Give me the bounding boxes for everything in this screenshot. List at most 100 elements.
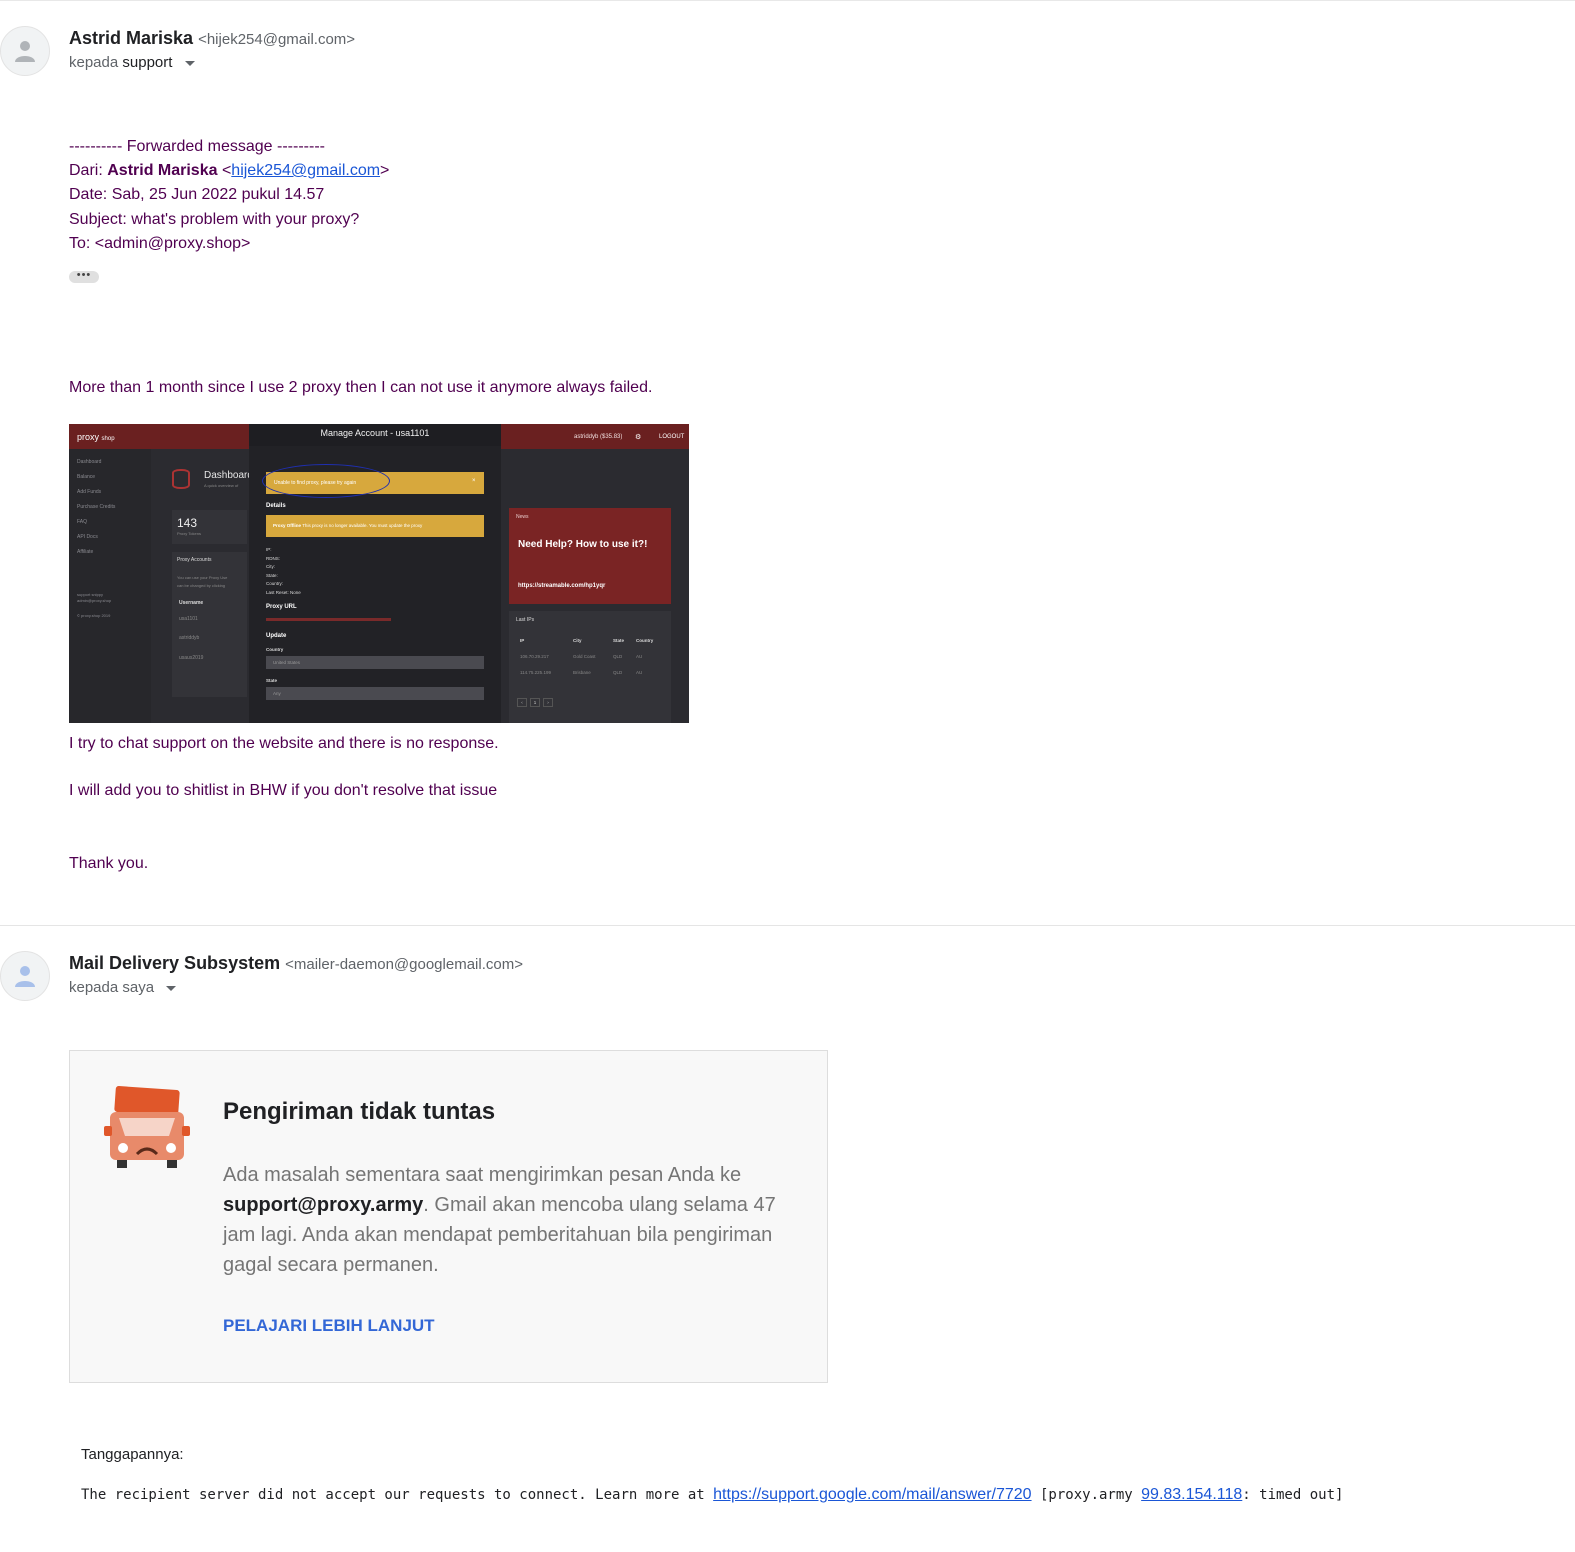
screenshot-proxy-note: You can use your Proxy Use bbox=[177, 575, 228, 580]
sad-truck-icon bbox=[104, 1086, 190, 1168]
screenshot-sidebar-footer: admin@proxy.shop bbox=[77, 598, 112, 603]
sender-name[interactable]: Astrid Mariska bbox=[69, 28, 193, 48]
screenshot-update-heading: Update bbox=[266, 633, 287, 639]
recipient-line[interactable]: kepada support bbox=[69, 54, 195, 71]
body-paragraph-3: I will add you to shitlist in BHW if you… bbox=[69, 782, 498, 799]
body-paragraph-2: I try to chat support on the website and… bbox=[69, 735, 499, 752]
chevron-down-icon[interactable] bbox=[166, 985, 177, 991]
forward-from-line: Dari: Astrid Mariska <hijek254@gmail.com… bbox=[69, 162, 390, 179]
sender-line: Mail Delivery Subsystem <mailer-daemon@g… bbox=[69, 953, 523, 974]
server-response: The recipient server did not accept our … bbox=[81, 1486, 1344, 1503]
screenshot-dashboard-sub: A quick overview of bbox=[204, 483, 239, 488]
screenshot-proxy-fields: IP: RDNS: City: State: Country: Last Res… bbox=[266, 547, 301, 595]
screenshot-account: astriddyb ($35.83) bbox=[574, 434, 623, 440]
screenshot-ips-header: City bbox=[573, 638, 582, 643]
learn-more-link[interactable]: PELAJARI LEBIH LANJUT bbox=[223, 1316, 435, 1336]
failed-recipient-email: support@proxy.army bbox=[223, 1194, 424, 1216]
card-title: Pengiriman tidak tuntas bbox=[223, 1098, 496, 1125]
top-divider bbox=[0, 0, 1575, 1]
screenshot-username: usa1101 bbox=[179, 616, 198, 622]
screenshot-proxy-url-heading: Proxy URL bbox=[266, 604, 297, 610]
screenshot-sidebar: Dashboard Balance Add Funds Purchase Cre… bbox=[69, 449, 151, 723]
screenshot-sidebar-footer: support snippy bbox=[77, 592, 104, 597]
forward-date: Date: Sab, 25 Jun 2022 pukul 14.57 bbox=[69, 186, 325, 203]
forward-header: ---------- Forwarded message --------- bbox=[69, 138, 325, 155]
person-icon bbox=[15, 41, 35, 62]
screenshot-sidebar-item: Add Funds bbox=[77, 489, 102, 495]
screenshot-ips-cell: 114.75.225.199 bbox=[520, 670, 551, 675]
screenshot-sidebar-footer: © proxy.shop 2019 bbox=[77, 613, 111, 618]
screenshot-news-card bbox=[509, 508, 671, 604]
card-message: Ada masalah sementara saat mengirimkan p… bbox=[223, 1164, 776, 1276]
screenshot-news-link: https://streamable.com/hp1yqr bbox=[518, 583, 606, 589]
sender-line: Astrid Mariska <hijek254@gmail.com> bbox=[69, 28, 355, 49]
body-signoff: Thank you. bbox=[69, 855, 149, 872]
screenshot-username-header: Username bbox=[179, 600, 204, 606]
screenshot-sidebar-item: Purchase Credits bbox=[77, 504, 116, 510]
screenshot-username: usaus2019 bbox=[179, 655, 204, 661]
forward-subject: Subject: what's problem with your proxy? bbox=[69, 211, 360, 228]
screenshot-stat-label: Proxy Tokens bbox=[177, 531, 201, 536]
screenshot-proxy-url-value bbox=[266, 618, 391, 621]
screenshot-username: astriddyb bbox=[179, 635, 200, 641]
screenshot-ips-cell: 106.70.29.217 bbox=[520, 654, 549, 659]
screenshot-ips-cell: AU bbox=[636, 654, 643, 659]
screenshot-country-value: United States bbox=[273, 660, 301, 665]
to-prefix: kepada bbox=[69, 979, 119, 996]
gear-icon: ⚙ bbox=[635, 434, 642, 441]
from-label: Dari: bbox=[69, 162, 103, 179]
from-email-link[interactable]: hijek254@gmail.com bbox=[231, 162, 380, 179]
sender-email: <mailer-daemon@googlemail.com> bbox=[285, 956, 523, 973]
delivery-failure-card: Pengiriman tidak tuntas Ada masalah seme… bbox=[69, 1050, 828, 1383]
database-icon bbox=[172, 469, 190, 489]
screenshot-ips-cell: Gold Coast bbox=[573, 654, 596, 659]
screenshot-proxy-accounts-card bbox=[172, 552, 247, 697]
screenshot-proxy-accounts-title: Proxy Accounts bbox=[177, 557, 212, 563]
body-paragraph-1: More than 1 month since I use 2 proxy th… bbox=[69, 379, 653, 396]
screenshot-stat-value: 143 bbox=[177, 516, 198, 530]
to-recipient: support bbox=[122, 54, 173, 71]
sender-email: <hijek254@gmail.com> bbox=[198, 31, 356, 48]
screenshot-ips-cell: QLD bbox=[613, 670, 623, 675]
screenshot-sidebar-item: API Docs bbox=[77, 534, 98, 540]
recipient-line[interactable]: kepada saya bbox=[69, 979, 177, 996]
screenshot-country-label: Country bbox=[266, 647, 284, 652]
to-recipient: saya bbox=[122, 979, 155, 996]
screenshot-state-select bbox=[266, 687, 484, 700]
screenshot-page-number: 1 bbox=[530, 698, 540, 707]
screenshot-state-value: Any bbox=[273, 691, 281, 696]
screenshot-proxy-note: can be changed by clicking bbox=[177, 583, 226, 588]
show-trimmed-button[interactable]: ••• bbox=[69, 270, 99, 283]
screenshot-ips-header: State bbox=[613, 638, 625, 643]
chevron-left-icon: ‹ bbox=[517, 698, 527, 707]
screenshot-sidebar-item: Balance bbox=[77, 474, 96, 480]
chevron-right-icon: › bbox=[543, 698, 553, 707]
screenshot-logout: LOGOUT bbox=[659, 434, 685, 440]
annotation-circle bbox=[262, 464, 390, 498]
screenshot-brand: proxy shop bbox=[77, 432, 115, 442]
server-ip-link[interactable]: 99.83.154.118 bbox=[1141, 1486, 1242, 1503]
screenshot-ips-cell: AU bbox=[636, 670, 643, 675]
message-divider bbox=[0, 925, 1575, 926]
screenshot-sidebar-item: FAQ bbox=[77, 519, 88, 525]
sender-avatar[interactable] bbox=[0, 951, 50, 1001]
response-label: Tanggapannya: bbox=[81, 1446, 184, 1463]
screenshot-news-label: News bbox=[516, 514, 529, 520]
help-article-link[interactable]: https://support.google.com/mail/answer/7… bbox=[713, 1486, 1031, 1503]
screenshot-state-label: State bbox=[266, 678, 278, 683]
screenshot-ips-header: Country bbox=[636, 638, 654, 643]
sender-avatar[interactable] bbox=[0, 26, 50, 76]
screenshot-ips-header: IP bbox=[520, 638, 525, 643]
sender-name[interactable]: Mail Delivery Subsystem bbox=[69, 953, 280, 973]
screenshot-sidebar-item: Affiliate bbox=[77, 549, 94, 555]
screenshot-modal-title: Manage Account - usa1101 bbox=[320, 428, 430, 438]
screenshot-news-title: Need Help? How to use it?! bbox=[518, 539, 648, 550]
screenshot-ips-cell: QLD bbox=[613, 654, 623, 659]
screenshot-details-heading: Details bbox=[266, 503, 286, 509]
attached-screenshot[interactable]: proxy shop astriddyb ($35.83) ⚙ LOGOUT D… bbox=[69, 424, 689, 723]
forward-to: To: <admin@proxy.shop> bbox=[69, 235, 251, 252]
chevron-down-icon[interactable] bbox=[184, 60, 195, 66]
screenshot-last-ips-title: Last IPs bbox=[516, 617, 535, 623]
close-icon: × bbox=[472, 478, 476, 484]
to-prefix: kepada bbox=[69, 54, 119, 71]
